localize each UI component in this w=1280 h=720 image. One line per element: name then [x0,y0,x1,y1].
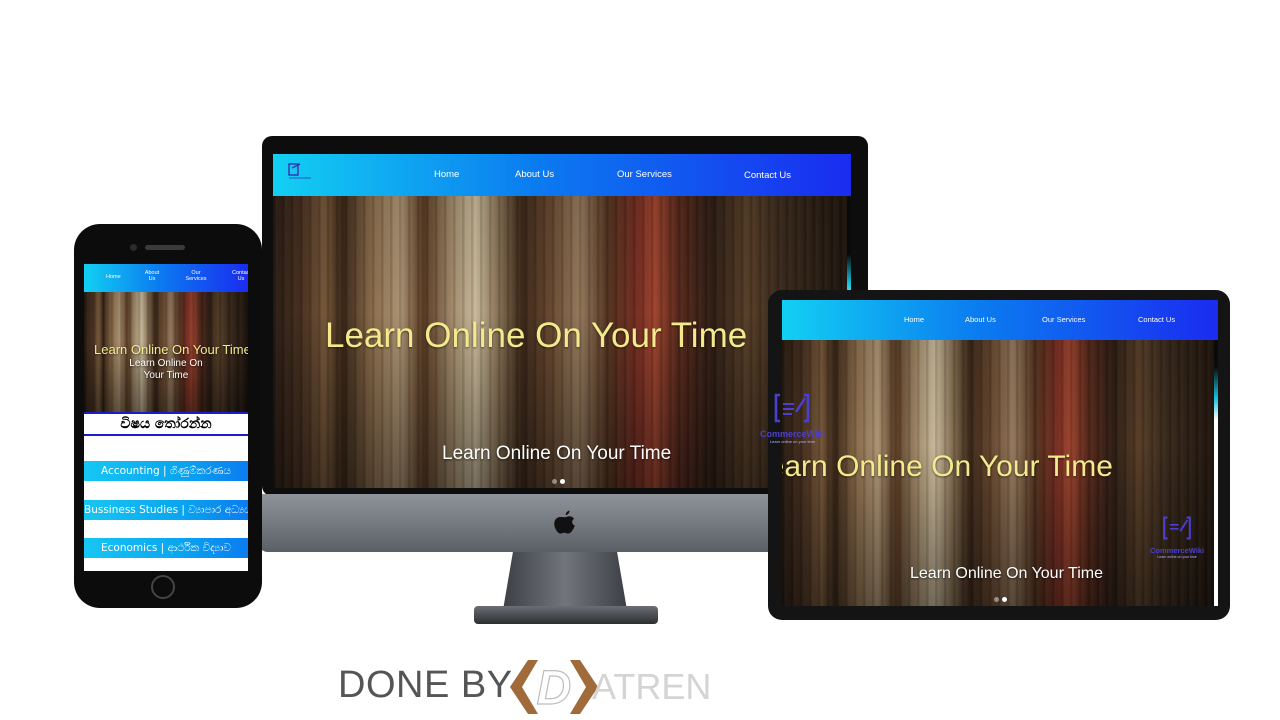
phone-nav-home[interactable]: Home [106,274,121,280]
brand-name-text: ATREN [592,666,712,707]
subject-button-economics[interactable]: Economics | ආර්ථික විද්‍යාව [84,538,248,558]
phone-hero-subline: Learn Online On Your Time [129,358,203,381]
tablet-screen: Home About Us Our Services Contact Us Le… [782,300,1218,606]
tablet-carousel-dots[interactable] [994,597,1007,602]
phone-nav-about-us[interactable]: About Us [144,270,160,282]
site-logo-icon[interactable] [287,163,313,181]
nav-contact-us[interactable]: Contact Us [744,170,791,181]
phone-camera [130,244,137,251]
tablet-hero-subline: Learn Online On Your Time [910,565,1104,582]
desktop-navbar: Home About Us Our Services Contact Us [273,154,851,196]
imac-base [474,606,658,624]
tablet-nav-our-services[interactable]: Our Services [1042,315,1085,324]
nav-our-services[interactable]: Our Services [617,169,672,180]
logo-tagline: Learn online on your time [769,439,816,444]
document-pen-icon [1163,516,1191,540]
tablet-hero-carousel[interactable]: Learn Online On Your Time CommerceWiki L… [782,340,1218,606]
imac-stand [503,552,627,610]
carousel-dot[interactable] [552,479,557,484]
phone-hero-headline: Learn Online On Your Time [94,342,248,357]
phone-nav-our-services[interactable]: Our Services [184,270,208,282]
hero-headline: Learn Online On Your Time [325,316,748,355]
phone-nav-contact-us[interactable]: Contact Us [232,270,248,282]
phone-hero-carousel[interactable]: Learn Online On Your Time Learn Online O… [84,292,248,412]
hero-carousel[interactable]: Learn Online On Your Time CommerceWiki L… [273,196,851,488]
phone-screen: Home About Us Our Services Contact Us Le… [84,264,248,571]
carousel-dot[interactable] [994,597,999,602]
hero-subline: Learn Online On Your Time [442,443,672,464]
tablet-commercewiki-logo: CommerceWiki Learn online on your time [1150,515,1204,559]
done-by-text: DONE BY [338,664,513,706]
brand-letter: D [537,662,572,715]
apple-logo-icon [554,510,575,534]
tablet-hero-headline: Learn Online On Your Time [782,450,1113,483]
logo-name: CommerceWiki [760,429,825,439]
carousel-dot-active[interactable] [1002,597,1007,602]
phone-home-button [151,575,175,599]
nav-about-us[interactable]: About Us [515,169,554,180]
tablet-nav-about-us[interactable]: About Us [965,315,996,324]
subject-button-accounting[interactable]: Accounting | ගිණුම්කරණය [84,461,248,481]
tablet-nav-home[interactable]: Home [904,315,924,324]
subject-button-business-studies[interactable]: Bussiness Studies | ව්‍යාපාර අධ්‍යයනය [84,500,248,520]
tablet-navbar: Home About Us Our Services Contact Us [782,300,1218,340]
tablet-logo-name: CommerceWiki [1150,546,1205,555]
phone-navbar: Home About Us Our Services Contact Us [84,264,248,292]
tablet-scrollbar[interactable] [1214,340,1218,606]
imac-screen: Home About Us Our Services Contact Us Le… [273,154,851,488]
tablet-nav-contact-us[interactable]: Contact Us [1138,315,1175,324]
tablet-logo-tagline: Learn online on your time [1157,555,1197,559]
nav-home[interactable]: Home [434,169,459,180]
document-pen-icon [775,393,810,423]
carousel-dots[interactable] [552,479,565,484]
phone-speaker [145,245,185,250]
commercewiki-logo: CommerceWiki Learn online on your time [760,392,825,444]
subjects-heading: විෂය තෝරන්න [84,412,248,436]
carousel-dot-active[interactable] [560,479,565,484]
